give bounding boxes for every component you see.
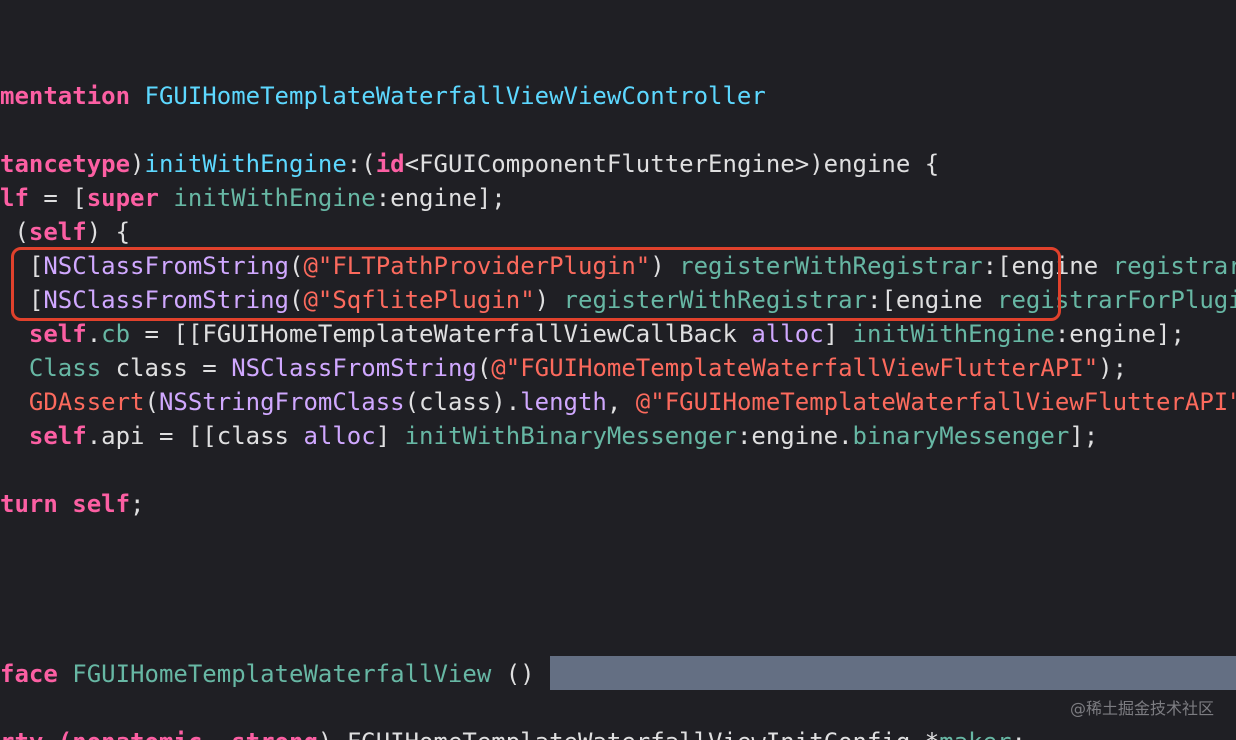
- watermark-text: @稀土掘金技术社区: [1069, 699, 1214, 718]
- code-token-project: initWithEngine: [852, 320, 1055, 348]
- code-token-project: FGUIHomeTemplateWaterfallView: [72, 660, 492, 688]
- code-line: self.api = [[class alloc] initWithBinary…: [0, 419, 1098, 453]
- text-selection: [550, 656, 1236, 690]
- code-token-plain: ]: [375, 422, 405, 450]
- code-token-plain: = [: [28, 184, 87, 212]
- code-line: Class class = NSClassFromString(@"FGUIHo…: [0, 351, 1127, 385]
- code-token-keyword: rty (: [0, 728, 72, 740]
- code-token-plain: ;: [1012, 728, 1026, 740]
- code-token-plain: = [[: [130, 320, 203, 348]
- code-token-plain: .: [86, 320, 102, 348]
- code-token-plain: <FGUIComponentFlutterEngine>)engine {: [404, 150, 940, 178]
- code-token-string: @"FGUIHomeTemplateWaterfallViewFlutterAP…: [635, 388, 1236, 416]
- code-token-plain: ;: [130, 490, 145, 518]
- code-token-keyword: turn: [0, 490, 58, 518]
- code-token-keyword: self: [28, 218, 87, 246]
- code-line: face FGUIHomeTemplateWaterfallView (): [0, 657, 535, 691]
- code-token-keyword: self: [28, 320, 87, 348]
- code-token-project: maker: [939, 728, 1011, 740]
- code-line: mentation FGUIHomeTemplateWaterfallViewV…: [0, 79, 766, 113]
- code-token-keyword: face: [0, 660, 73, 688]
- code-line: GDAssert(NSStringFromClass(class).length…: [0, 385, 1236, 419]
- code-token-plain: :engine];: [1054, 320, 1185, 348]
- code-token-plain: ): [130, 150, 145, 178]
- code-token-type: initWithEngine: [144, 150, 347, 178]
- code-token-plain: ]: [823, 320, 853, 348]
- code-token-keyword: lf: [0, 184, 29, 212]
- code-line: rty (nonatomic, strong) FGUIHomeTemplate…: [0, 725, 1026, 740]
- code-token-plain: :engine.: [736, 422, 853, 450]
- code-token-plain: ) {: [86, 218, 131, 246]
- code-token-library: alloc: [303, 422, 376, 450]
- code-line: lf = [super initWithEngine:engine];: [0, 181, 506, 215]
- code-token-plain: (: [476, 354, 492, 382]
- code-token-project: Class: [28, 354, 102, 382]
- code-token-string: GDAssert: [28, 388, 145, 416]
- code-token-plain: ,: [606, 388, 636, 416]
- code-token-type: FGUIHomeTemplateWaterfallViewViewControl…: [144, 82, 766, 110]
- code-token-plain: (): [491, 660, 535, 688]
- code-token-keyword: id: [375, 150, 405, 178]
- code-token-keyword: mentation: [0, 82, 145, 110]
- code-token-library: NSClassFromString: [231, 354, 477, 382]
- code-token-plain: ];: [1069, 422, 1099, 450]
- code-token-library: length: [520, 388, 607, 416]
- code-token-plain: FGUIHomeTemplateWaterfallViewCallBack: [202, 320, 737, 348]
- code-token-project: binaryMessenger: [852, 422, 1070, 450]
- code-token-plain: .api = [[class: [86, 422, 304, 450]
- code-token-project: registrarForPlugin: [1112, 252, 1236, 280]
- code-token-plain: (: [0, 218, 29, 246]
- code-token-project: initWithBinaryMessenger: [404, 422, 737, 450]
- code-token-library: alloc: [751, 320, 824, 348]
- highlight-annotation-box: [11, 247, 1061, 321]
- code-token-project: initWithEngine: [173, 184, 376, 212]
- code-token-keyword: nonatomic: [72, 728, 202, 740]
- code-token-keyword: self: [28, 422, 87, 450]
- code-token-project: cb: [101, 320, 131, 348]
- code-token-plain: FGUIHomeTemplateWaterfallViewInitConfig: [347, 728, 911, 740]
- code-token-library: NSStringFromClass: [158, 388, 405, 416]
- code-token-plain: class =: [101, 354, 232, 382]
- code-line: turn self;: [0, 487, 145, 521]
- code-token-plain: );: [1098, 354, 1128, 382]
- code-token-plain: :(: [346, 150, 376, 178]
- code-token-keyword: self: [72, 490, 131, 518]
- code-token-string: @"FGUIHomeTemplateWaterfallViewFlutterAP…: [491, 354, 1099, 382]
- code-line: tancetype)initWithEngine:(id<FGUICompone…: [0, 147, 939, 181]
- code-token-plain: ,: [202, 728, 231, 740]
- code-token-plain: (class).: [404, 388, 521, 416]
- code-line: self.cb = [[FGUIHomeTemplateWaterfallVie…: [0, 317, 1185, 351]
- code-token-plain: (: [144, 388, 159, 416]
- code-editor[interactable]: mentation FGUIHomeTemplateWaterfallViewV…: [0, 0, 1236, 740]
- code-token-keyword: strong: [231, 728, 318, 740]
- code-line: (self) {: [0, 215, 130, 249]
- code-token-keyword: tancetype: [0, 150, 131, 178]
- code-token-plain: :engine];: [375, 184, 506, 212]
- code-token-plain: ): [318, 728, 347, 740]
- code-token-plain: *: [910, 728, 939, 740]
- code-token-keyword: super: [86, 184, 159, 212]
